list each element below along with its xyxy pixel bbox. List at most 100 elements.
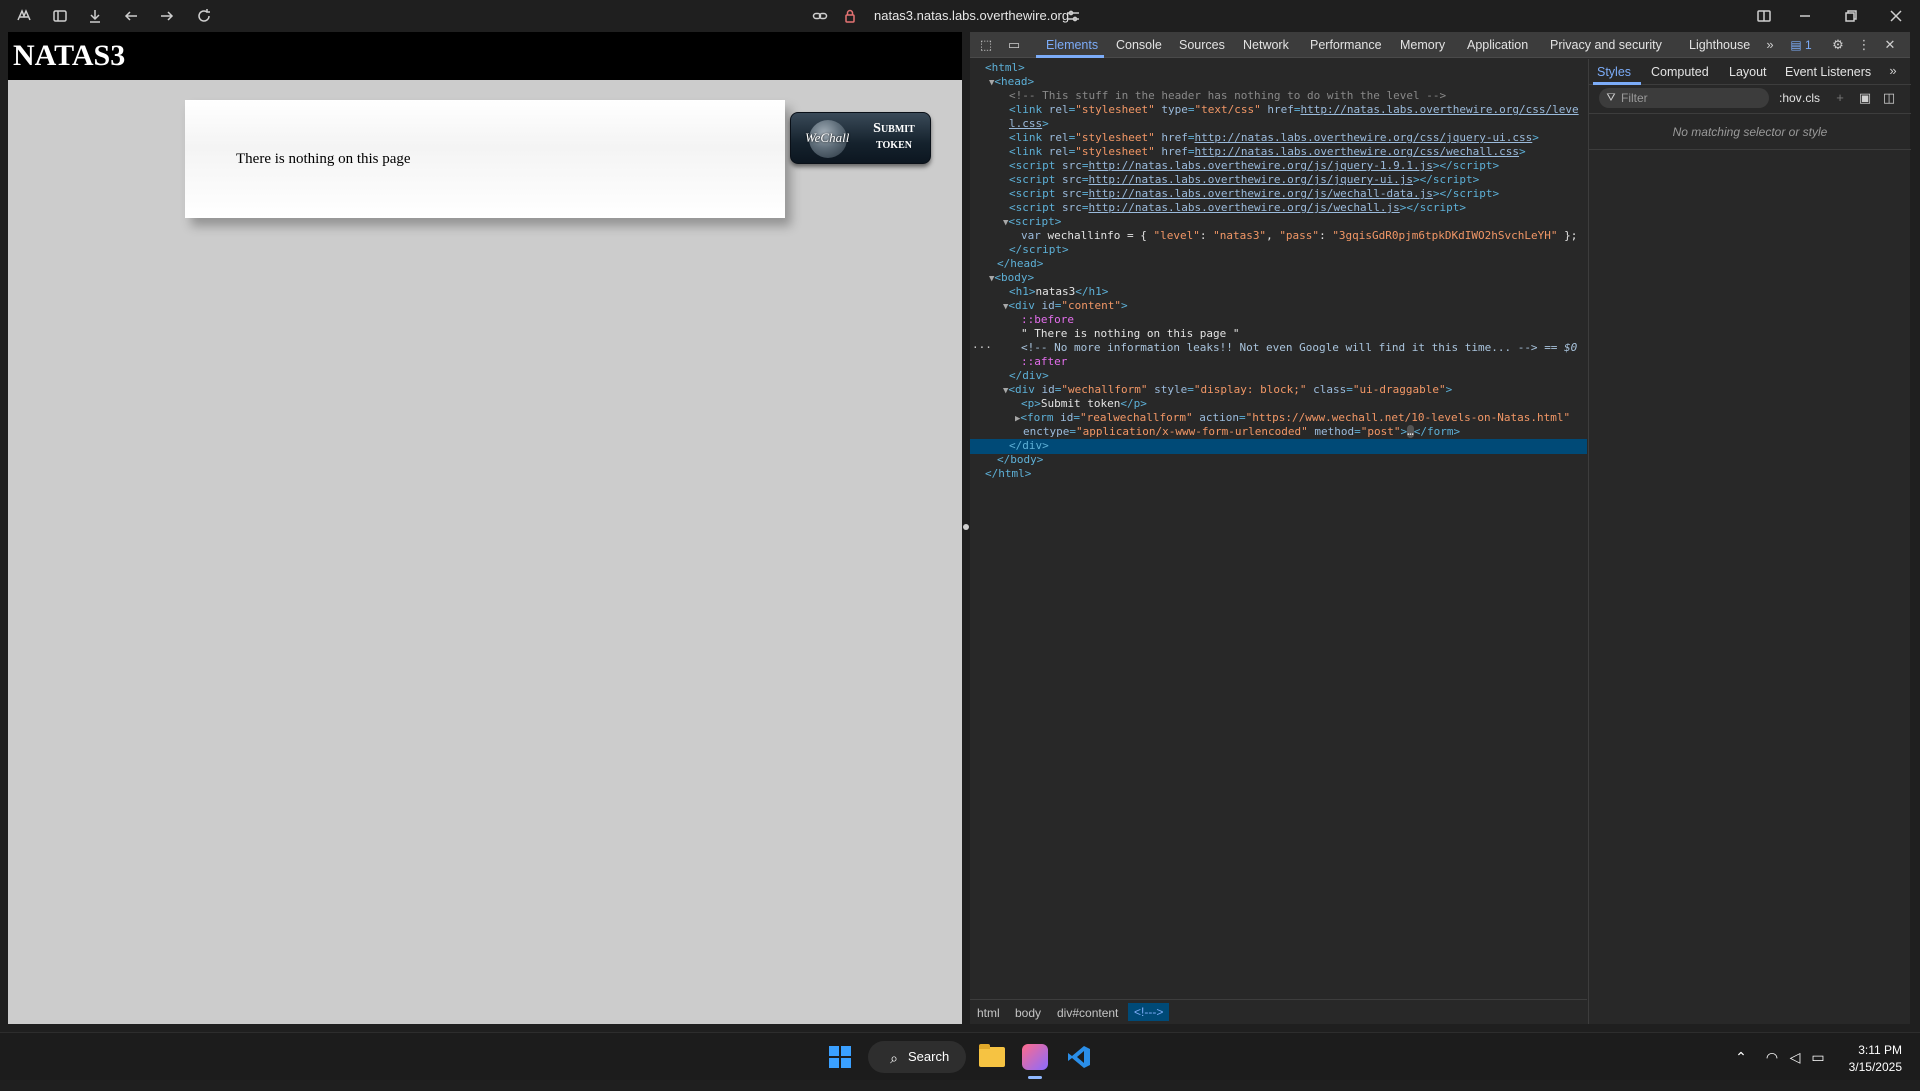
issues-badge[interactable]: ▤ 1 (1786, 37, 1816, 53)
tree-line-script-jquery[interactable]: <script src=http://natas.labs.overthewir… (1009, 159, 1499, 173)
splitter-handle[interactable] (963, 524, 969, 530)
close-devtools-icon[interactable]: ✕ (1882, 37, 1898, 53)
taskbar: ⌕ Search ⌃ ◠ ◁ ▭ 3:11 PM 3/15/2025 (0, 1032, 1920, 1080)
tree-line-script-wechall[interactable]: <script src=http://natas.labs.overthewir… (1009, 201, 1466, 215)
tree-line-head-close[interactable]: </head> (997, 257, 1043, 271)
site-settings-icon[interactable] (1063, 6, 1083, 26)
tree-line-form-cont[interactable]: enctype="application/x-www-form-urlencod… (1023, 425, 1460, 439)
elements-tree[interactable]: <html> ▼<head> <!-- This stuff in the he… (970, 59, 1587, 999)
tree-line-script-jqueryui[interactable]: <script src=http://natas.labs.overthewir… (1009, 173, 1479, 187)
tree-line-body[interactable]: ▼<body> (989, 271, 1034, 286)
tree-line-after[interactable]: ::after (1021, 355, 1067, 369)
lock-icon[interactable] (840, 6, 860, 26)
tab-performance[interactable]: Performance (1310, 38, 1382, 52)
tree-line-before[interactable]: ::before (1021, 313, 1074, 327)
forward-arrow-icon[interactable] (157, 6, 177, 26)
tree-line-html-close[interactable]: </html> (985, 467, 1031, 481)
search-icon: ⌕ (890, 1050, 898, 1066)
tree-line-form[interactable]: ▶<form id="realwechallform" action="http… (1015, 411, 1570, 426)
battery-icon[interactable]: ▭ (1808, 1047, 1828, 1067)
minimize-icon[interactable] (1795, 6, 1815, 26)
tree-line-link-level[interactable]: <link rel="stylesheet" type="text/css" h… (1009, 103, 1579, 117)
level-css-link-cont[interactable]: l.css (1009, 117, 1042, 130)
reload-icon[interactable] (194, 6, 214, 26)
volume-icon[interactable]: ◁ (1785, 1047, 1805, 1067)
download-icon[interactable] (85, 6, 105, 26)
inspect-element-icon[interactable]: ⬚ (978, 37, 994, 53)
wifi-icon[interactable]: ◠ (1762, 1047, 1782, 1067)
tree-line-script-inline[interactable]: ▼<script> (1003, 215, 1061, 230)
tree-line-wechallinfo[interactable]: var wechallinfo = { "level": "natas3", "… (1021, 229, 1577, 243)
add-rule-icon[interactable]: + (1832, 90, 1848, 106)
tab-layout[interactable]: Layout (1729, 65, 1767, 79)
tab-sources[interactable]: Sources (1179, 38, 1225, 52)
breadcrumb-html[interactable]: html (977, 1006, 1000, 1020)
tree-line-link-jqueryui[interactable]: <link rel="stylesheet" href=http://natas… (1009, 131, 1539, 145)
collapsed-children-icon[interactable]: … (1407, 425, 1414, 438)
tab-memory[interactable]: Memory (1400, 38, 1445, 52)
wechall-data-js-link[interactable]: http://natas.labs.overthewire.org/js/wec… (1088, 187, 1432, 200)
split-view-icon[interactable] (1754, 6, 1774, 26)
chevron-up-icon[interactable]: ⌃ (1731, 1047, 1751, 1067)
tree-line-comment-header[interactable]: <!-- This stuff in the header has nothin… (1009, 89, 1446, 103)
tab-elements[interactable]: Elements (1046, 38, 1098, 52)
tab-network[interactable]: Network (1243, 38, 1289, 52)
back-arrow-icon[interactable] (121, 6, 141, 26)
cls-toggle[interactable]: .cls (1802, 91, 1820, 105)
breadcrumb-body[interactable]: body (1015, 1006, 1041, 1020)
tree-line-script-close[interactable]: </script> (1009, 243, 1069, 257)
tree-line-link-level-cont[interactable]: l.css> (1009, 117, 1049, 131)
jqueryui-js-link[interactable]: http://natas.labs.overthewire.org/js/jqu… (1088, 173, 1413, 186)
node-actions-ellipsis-icon[interactable]: ··· (972, 341, 992, 355)
tree-line-h1[interactable]: <h1>natas3</h1> (1009, 285, 1108, 299)
jquery-js-link[interactable]: http://natas.labs.overthewire.org/js/jqu… (1088, 159, 1432, 172)
clock-time[interactable]: 3:11 PM (1846, 1043, 1902, 1057)
address-bar-url[interactable]: natas3.natas.labs.overthewire.org (874, 8, 1069, 23)
restore-icon[interactable] (1841, 6, 1861, 26)
sidebar-toggle-icon[interactable] (50, 6, 70, 26)
tab-styles[interactable]: Styles (1597, 65, 1631, 79)
tree-line-html[interactable]: <html> (985, 61, 1025, 75)
tab-event-listeners[interactable]: Event Listeners (1785, 65, 1871, 79)
tab-lighthouse[interactable]: Lighthouse (1689, 38, 1750, 52)
tree-line-script-wechall-data[interactable]: <script src=http://natas.labs.overthewir… (1009, 187, 1499, 201)
browser-logo-icon[interactable] (14, 6, 34, 26)
breadcrumb-div-content[interactable]: div#content (1057, 1006, 1118, 1020)
more-tabs-chevron-icon[interactable]: » (1885, 63, 1901, 79)
tree-line-content-text[interactable]: " There is nothing on this page " (1021, 327, 1240, 341)
tree-line-wechallform-close[interactable]: </div> (1009, 439, 1049, 453)
tree-line-wechallform[interactable]: ▼<div id="wechallform" style="display: b… (1003, 383, 1452, 398)
vscode-icon[interactable] (1066, 1044, 1092, 1070)
level-css-link[interactable]: http://natas.labs.overthewire.org/css/le… (1300, 103, 1578, 116)
tab-privacy-security[interactable]: Privacy and security (1550, 38, 1662, 52)
hov-toggle[interactable]: :hov (1779, 91, 1802, 105)
file-explorer-icon[interactable] (979, 1044, 1005, 1067)
browser-taskbar-icon[interactable] (1022, 1044, 1048, 1070)
wechall-css-link[interactable]: http://natas.labs.overthewire.org/css/we… (1194, 145, 1519, 158)
close-window-icon[interactable] (1886, 6, 1906, 26)
tree-line-link-wechall[interactable]: <link rel="stylesheet" href=http://natas… (1009, 145, 1526, 159)
tree-line-hidden-comment[interactable]: <!-- No more information leaks!! Not eve… (1021, 341, 1577, 355)
windows-start-icon[interactable] (829, 1046, 851, 1068)
tab-computed[interactable]: Computed (1651, 65, 1709, 79)
tree-line-div-close[interactable]: </div> (1009, 369, 1049, 383)
tree-line-div-content[interactable]: ▼<div id="content"> (1003, 299, 1128, 314)
tree-line-head[interactable]: ▼<head> (989, 75, 1034, 90)
jqueryui-css-link[interactable]: http://natas.labs.overthewire.org/css/jq… (1194, 131, 1532, 144)
paint-format-icon[interactable]: ▣ (1857, 90, 1873, 106)
breadcrumb-comment[interactable]: <!---> (1128, 1003, 1170, 1021)
tree-line-body-close[interactable]: </body> (997, 453, 1043, 467)
tree-line-p[interactable]: <p>Submit token</p> (1021, 397, 1147, 411)
toggle-sidebar-icon[interactable]: ◫ (1881, 90, 1897, 106)
device-toolbar-icon[interactable]: ▭ (1006, 37, 1022, 53)
more-tabs-chevron-icon[interactable]: » (1762, 37, 1778, 53)
wechall-js-link[interactable]: http://natas.labs.overthewire.org/js/wec… (1088, 201, 1399, 214)
clock-date[interactable]: 3/15/2025 (1836, 1060, 1902, 1074)
hidden-comment: <!-- No more information leaks!! Not eve… (1021, 341, 1538, 354)
wechall-submit-token-button[interactable]: WeChall Submit token (790, 112, 931, 164)
tab-application[interactable]: Application (1467, 38, 1528, 52)
link-icon[interactable] (810, 6, 830, 26)
more-options-icon[interactable]: ⋮ (1856, 37, 1872, 53)
tab-console[interactable]: Console (1116, 38, 1162, 52)
settings-gear-icon[interactable]: ⚙ (1830, 37, 1846, 53)
